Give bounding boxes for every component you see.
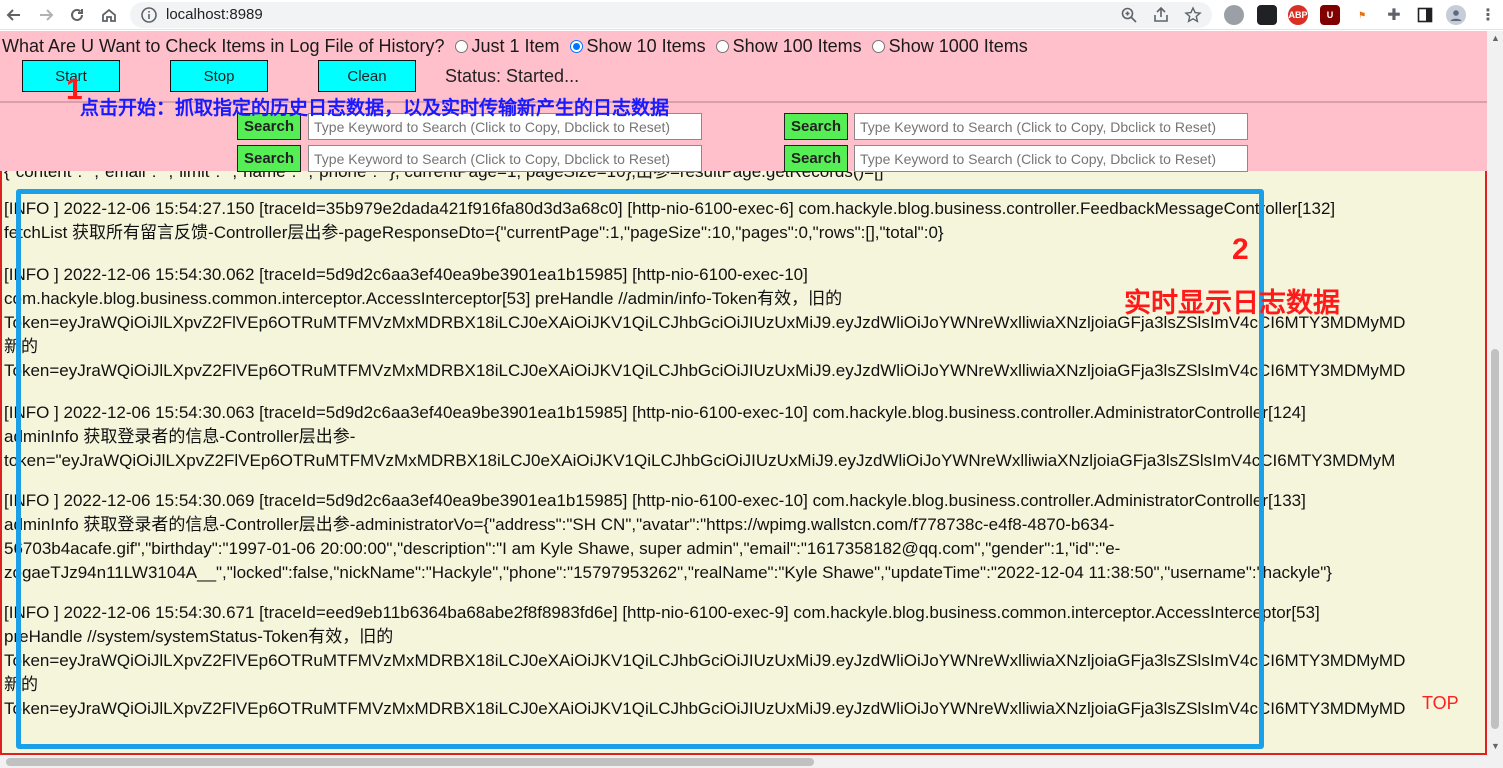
horizontal-scrollbar[interactable] (0, 755, 1503, 768)
bookmark-star-icon[interactable] (1184, 6, 1202, 24)
status-text: Status: Started... (445, 66, 580, 86)
radio-dot[interactable] (454, 40, 468, 53)
annotation-number-2: 2 (1232, 233, 1249, 266)
search-input-3[interactable] (308, 145, 702, 172)
sidebar-icon[interactable] (1415, 5, 1435, 25)
page: What Are U Want to Check Items in Log Fi… (0, 31, 1487, 755)
zoom-icon[interactable] (1120, 6, 1138, 24)
radio-dot[interactable] (715, 40, 729, 53)
vertical-scroll-thumb[interactable] (1491, 349, 1499, 729)
scroll-up-icon[interactable]: ▲ (1491, 33, 1500, 43)
annotation-highlight-box (16, 189, 1264, 749)
radio-just-1[interactable]: Just 1 Item (454, 36, 560, 57)
extension-person-icon[interactable]: ⚑ (1352, 5, 1372, 25)
history-question: What Are U Want to Check Items in Log Fi… (2, 36, 1028, 57)
url-text[interactable]: localhost:8989 (166, 6, 263, 23)
info-icon[interactable] (140, 6, 158, 24)
search-input-4[interactable] (854, 145, 1248, 172)
extension-circle-icon[interactable] (1224, 5, 1244, 25)
stop-button[interactable]: Stop (170, 60, 268, 92)
reload-icon[interactable] (65, 3, 89, 27)
search-button-4[interactable]: Search (784, 145, 848, 172)
radio-show-10[interactable]: Show 10 Items (569, 36, 706, 57)
share-icon[interactable] (1152, 6, 1170, 24)
extension-dark-icon[interactable] (1257, 5, 1277, 25)
radio-show-1000[interactable]: Show 1000 Items (871, 36, 1028, 57)
annotation-text-1: 点击开始：抓取指定的历史日志数据，以及实时传输新产生的日志数据 (80, 98, 670, 119)
log-line-partial: {"content":"","email":"","limit":"","nam… (4, 171, 884, 181)
puzzle-icon[interactable]: ✚ (1384, 5, 1404, 25)
annotation-text-2: 实时显示日志数据 (1124, 288, 1340, 318)
scroll-down-icon[interactable]: ▼ (1491, 741, 1500, 751)
address-bar[interactable]: localhost:8989 (130, 2, 1212, 28)
ublock-icon[interactable]: U (1320, 5, 1340, 25)
radio-dot[interactable] (871, 40, 885, 53)
menu-icon[interactable]: ⋮ (1478, 5, 1498, 25)
search-input-2[interactable] (854, 113, 1248, 140)
radio-dot-checked[interactable] (569, 40, 583, 53)
search-button-3[interactable]: Search (237, 145, 301, 172)
search-button-2[interactable]: Search (784, 113, 848, 140)
vertical-scrollbar[interactable]: ▲ ▼ (1487, 31, 1503, 755)
horizontal-scroll-thumb[interactable] (6, 758, 814, 766)
home-icon[interactable] (97, 3, 121, 27)
clean-button[interactable]: Clean (318, 60, 416, 92)
back-icon[interactable] (2, 3, 26, 27)
question-text: What Are U Want to Check Items in Log Fi… (2, 36, 445, 56)
radio-show-100[interactable]: Show 100 Items (715, 36, 862, 57)
forward-icon[interactable] (34, 3, 58, 27)
profile-icon[interactable] (1446, 5, 1466, 25)
browser-toolbar: localhost:8989 ABP U ⚑ ✚ ⋮ (0, 0, 1503, 30)
top-link[interactable]: TOP (1422, 693, 1459, 714)
adblock-icon[interactable]: ABP (1288, 5, 1308, 25)
